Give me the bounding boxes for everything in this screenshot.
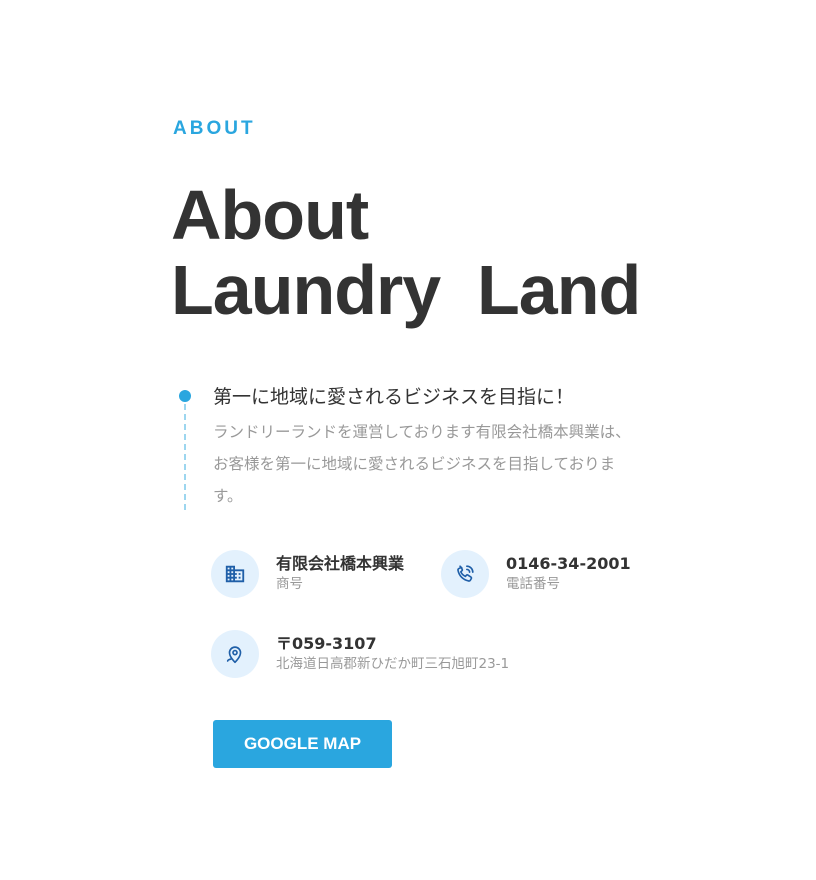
postal-code: 〒059-3107: [276, 634, 377, 653]
timeline-dot: [179, 390, 191, 402]
page-title-line-2: Laundry Land: [171, 251, 641, 329]
company-info: 有限会社橋本興業 商号: [211, 550, 404, 598]
google-map-button[interactable]: GOOGLE MAP: [213, 720, 392, 768]
timeline-line: [184, 404, 186, 510]
intro-text: ランドリーランドを運営しております有限会社橋本興業は、お客様を第一に地域に愛され…: [213, 423, 631, 505]
address-text: 北海道日高郡新ひだか町三石旭町23-1: [276, 656, 510, 672]
phone-number: 0146-34-2001: [506, 554, 631, 573]
building-icon: [211, 550, 259, 598]
page-title-line-1: About: [171, 176, 369, 254]
section-eyebrow: ABOUT: [173, 118, 256, 139]
intro-title: 第一に地域に愛されるビジネスを目指に！: [213, 386, 575, 408]
address-info: 〒059-3107 北海道日高郡新ひだか町三石旭町23-1: [211, 630, 509, 678]
page-title: About Laundry Land: [171, 176, 641, 329]
phone-icon: [441, 550, 489, 598]
phone-label: 電話番号: [506, 576, 560, 592]
company-label: 商号: [276, 576, 303, 592]
phone-info: 0146-34-2001 電話番号: [441, 550, 631, 598]
map-pin-icon: [211, 630, 259, 678]
company-name: 有限会社橋本興業: [276, 554, 405, 573]
